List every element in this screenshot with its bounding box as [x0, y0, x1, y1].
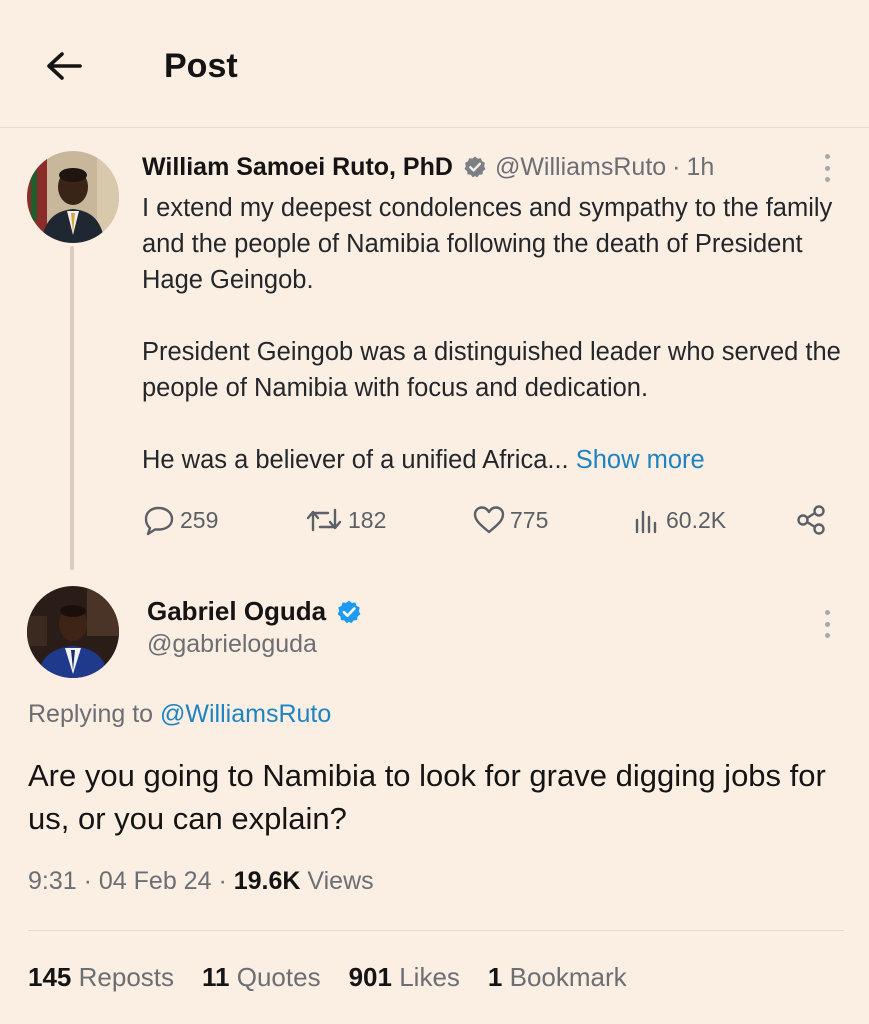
reposts-stat[interactable]: 145 Reposts: [28, 962, 174, 993]
bookmarks-label: Bookmark: [509, 962, 627, 992]
dot: [824, 621, 830, 627]
views-count: 60.2K: [666, 506, 727, 533]
verified-badge-icon: [336, 599, 362, 625]
verified-badge-icon: [463, 155, 487, 179]
author-name[interactable]: William Samoei Ruto, PhD: [142, 153, 453, 182]
bookmarks-count: 1: [487, 962, 503, 992]
meta-dot: ·: [83, 867, 92, 895]
parent-post-more-button[interactable]: [817, 148, 837, 188]
reply-author-handle[interactable]: @gabrieloguda: [147, 630, 317, 659]
like-action[interactable]: 775: [472, 500, 548, 540]
dot: [824, 633, 830, 638]
post-date[interactable]: 04 Feb 24: [99, 867, 212, 895]
show-more-link[interactable]: Show more: [576, 446, 705, 474]
page-title: Post: [164, 47, 238, 85]
reply-post-text: Are you going to Namibia to look for gra…: [28, 758, 826, 836]
views-action[interactable]: 60.2K: [632, 500, 726, 540]
divider: [28, 930, 844, 931]
thread-connector-line: [70, 246, 74, 570]
likes-stat[interactable]: 901 Likes: [349, 962, 460, 993]
quotes-stat[interactable]: 11 Quotes: [202, 962, 321, 993]
post-meta: 9:31 · 04 Feb 24 · 19.6K Views: [28, 867, 374, 896]
parent-post-text[interactable]: I extend my deepest condolences and symp…: [142, 190, 852, 478]
meta-dot: ·: [218, 867, 227, 895]
post-paragraph-2: President Geingob was a distinguished le…: [142, 338, 841, 402]
likes-count: 901: [348, 962, 392, 992]
more-vertical-icon: [824, 154, 830, 159]
repost-icon: [306, 508, 342, 532]
parent-post-header: William Samoei Ruto, PhD @WilliamsRuto ·…: [142, 150, 714, 184]
more-vertical-icon: [824, 610, 830, 615]
quotes-label: Quotes: [236, 962, 321, 992]
separator-dot: ·: [672, 152, 681, 181]
reply-post-more-button[interactable]: [817, 604, 837, 644]
dot: [824, 165, 830, 171]
back-button[interactable]: [40, 44, 88, 88]
dot: [824, 177, 830, 182]
replying-to-line: Replying to @WilliamsRuto: [28, 700, 331, 729]
author-handle[interactable]: @WilliamsRuto: [495, 153, 666, 182]
reply-author-name[interactable]: Gabriel Oguda: [147, 596, 326, 627]
replying-to-handle-link[interactable]: @WilliamsRuto: [160, 700, 331, 728]
top-bar: Post: [0, 0, 869, 128]
arrow-left-icon: [47, 52, 82, 80]
post-paragraph-1: I extend my deepest condolences and symp…: [142, 194, 833, 294]
reply-count: 259: [180, 506, 219, 533]
views-chart-icon: [635, 510, 657, 534]
share-action[interactable]: [794, 500, 832, 540]
post-paragraph-3: He was a believer of a unified Africa...…: [142, 442, 852, 478]
views-total: 19.6K: [233, 867, 301, 895]
likes-label: Likes: [399, 962, 460, 992]
parent-post-actions: 259 182 775 60.2K: [142, 500, 842, 540]
views-label: Views: [307, 867, 374, 895]
post-page: Post William Samoei Ruto, PhD @WilliamsR…: [0, 0, 869, 1024]
replying-to-label: Replying to: [28, 700, 154, 728]
reply-action[interactable]: 259: [142, 500, 218, 540]
heart-icon: [473, 506, 505, 534]
engagement-stats: 145 Reposts 11 Quotes 901 Likes 1 Bookma…: [28, 962, 655, 993]
repost-count: 182: [348, 506, 387, 533]
repost-action[interactable]: 182: [304, 500, 386, 540]
post-timestamp[interactable]: 9:31: [28, 867, 77, 895]
ruto-avatar[interactable]: [27, 151, 119, 243]
truncated-text: He was a believer of a unified Africa...: [142, 446, 569, 474]
share-icon: [797, 505, 825, 535]
reply-author-name-row: Gabriel Oguda: [147, 596, 370, 627]
like-count: 775: [510, 506, 549, 533]
reply-icon: [144, 506, 174, 536]
reposts-count: 145: [28, 962, 72, 992]
oguda-avatar[interactable]: [27, 586, 119, 678]
quotes-count: 11: [202, 962, 230, 992]
bookmarks-stat[interactable]: 1 Bookmark: [488, 962, 627, 993]
post-time: 1h: [686, 152, 715, 181]
reposts-label: Reposts: [78, 962, 175, 992]
